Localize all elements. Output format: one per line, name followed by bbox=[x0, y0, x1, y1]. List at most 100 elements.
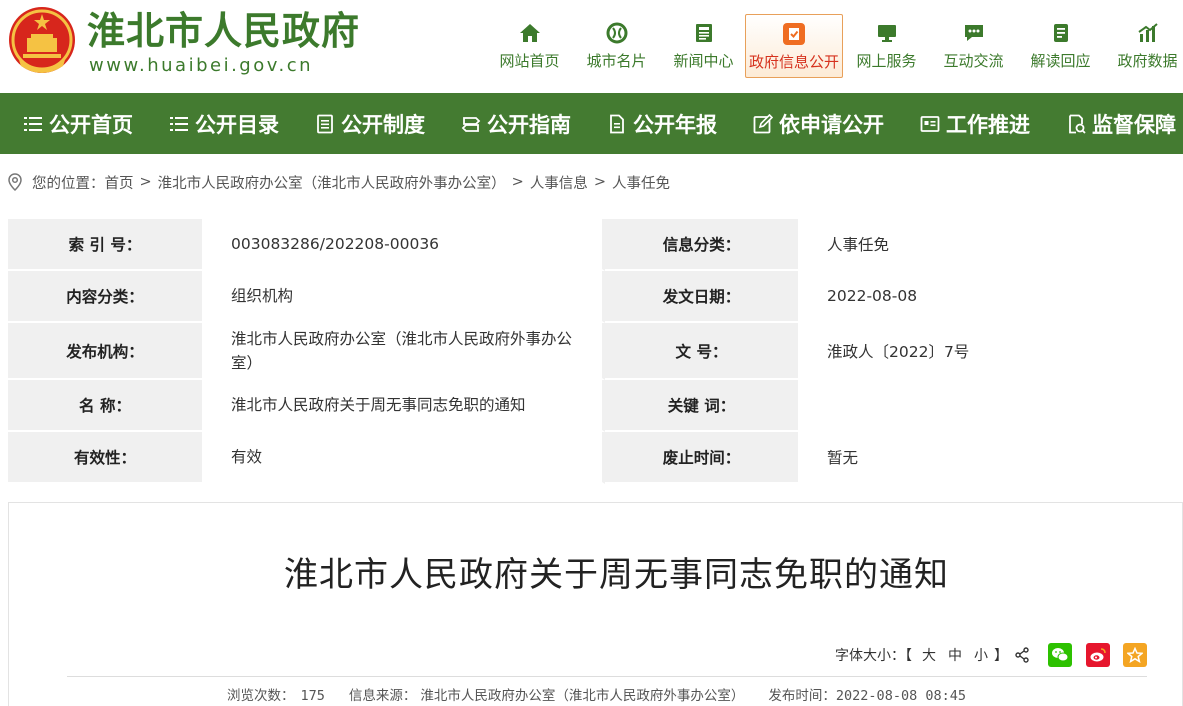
validity-label: 有效性： bbox=[8, 432, 205, 484]
weibo-icon bbox=[1090, 648, 1106, 662]
topnav-gov-info[interactable]: 政府信息公开 bbox=[745, 14, 843, 78]
keyword-label: 关键 词： bbox=[605, 380, 801, 432]
wechat-icon bbox=[1052, 648, 1069, 662]
breadcrumb: 您的位置： 首页 > 淮北市人民政府办公室（淮北市人民政府外事办公室） > 人事… bbox=[8, 170, 670, 194]
weibo-share-button[interactable] bbox=[1086, 643, 1110, 667]
shield-icon bbox=[1069, 114, 1086, 134]
breadcrumb-appointments[interactable]: 人事任免 bbox=[612, 172, 670, 193]
doc-number-value: 淮政人〔2022〕7号 bbox=[801, 323, 1183, 380]
report-icon bbox=[610, 114, 624, 133]
doc-list-icon bbox=[317, 114, 333, 133]
topnav-label: 互动交流 bbox=[943, 52, 1004, 70]
publisher-value: 淮北市人民政府办公室（淮北市人民政府外事办公室） bbox=[205, 323, 605, 380]
topnav-label: 网上服务 bbox=[856, 52, 917, 70]
wechat-share-button[interactable] bbox=[1048, 643, 1072, 667]
name-label: 名 称： bbox=[8, 380, 205, 432]
source-value: 淮北市人民政府办公室（淮北市人民政府外事办公室） bbox=[420, 688, 745, 704]
article: 淮北市人民政府关于周无事同志免职的通知 字体大小：【 大 中 小 】 浏览次数：… bbox=[8, 502, 1183, 706]
gnav-supervision[interactable]: 监督保障 bbox=[1066, 109, 1176, 139]
font-size-close-bracket: 】 bbox=[994, 648, 1008, 664]
source-meta: 信息来源： 淮北市人民政府办公室（淮北市人民政府外事办公室） bbox=[349, 684, 745, 704]
home-icon bbox=[519, 24, 540, 42]
font-size-medium-button[interactable]: 中 bbox=[948, 645, 962, 665]
edit-icon bbox=[753, 113, 773, 133]
published-value: 2022-08-08 08:45 bbox=[835, 688, 966, 704]
font-size-label: 字体大小：【 bbox=[835, 648, 912, 664]
table-row: 发布机构： 淮北市人民政府办公室（淮北市人民政府外事办公室） 文 号： 淮政人〔… bbox=[8, 323, 1183, 380]
views-label: 浏览次数： bbox=[227, 688, 295, 704]
published-meta: 发布时间：2022-08-08 08:45 bbox=[768, 684, 966, 704]
list-icon bbox=[170, 116, 188, 131]
gnav-open-guide[interactable]: 公开指南 bbox=[461, 109, 571, 139]
site-title[interactable]: 淮北市人民政府 bbox=[87, 6, 360, 56]
keyword-value bbox=[801, 380, 1183, 432]
topnav-label: 新闻中心 bbox=[673, 52, 734, 70]
topnav-gov-data[interactable]: 政府数据 bbox=[1104, 14, 1183, 78]
breadcrumb-office[interactable]: 淮北市人民政府办公室（淮北市人民政府外事办公室） bbox=[158, 172, 506, 193]
category-value: 人事任免 bbox=[801, 219, 1183, 271]
gnav-label: 公开指南 bbox=[487, 112, 571, 137]
topnav-label: 解读回应 bbox=[1030, 52, 1091, 70]
gnav-label: 依申请公开 bbox=[779, 112, 884, 137]
topnav-label: 网站首页 bbox=[499, 52, 560, 70]
topnav-city[interactable]: 城市名片 bbox=[573, 14, 660, 78]
national-emblem-icon bbox=[9, 7, 75, 73]
chat-icon bbox=[964, 25, 983, 41]
topnav-interaction[interactable]: 互动交流 bbox=[930, 14, 1017, 78]
gnav-label: 公开制度 bbox=[341, 112, 425, 137]
table-row: 内容分类： 组织机构 发文日期： 2022-08-08 bbox=[8, 271, 1183, 323]
topnav-interpretation[interactable]: 解读回应 bbox=[1017, 14, 1104, 78]
gnav-label: 监督保障 bbox=[1092, 112, 1176, 137]
favorite-button[interactable] bbox=[1123, 643, 1147, 667]
content-category-value: 组织机构 bbox=[205, 271, 605, 323]
divider bbox=[67, 676, 1147, 677]
gnav-label: 公开年报 bbox=[633, 112, 717, 137]
document-info-table: 索 引 号： 003083286/202208-00036 信息分类： 人事任免… bbox=[8, 219, 1183, 484]
gnav-open-home[interactable]: 公开首页 bbox=[23, 109, 133, 139]
monitor-icon bbox=[877, 25, 896, 42]
gnav-apply-open[interactable]: 依申请公开 bbox=[753, 109, 884, 139]
breadcrumb-separator: > bbox=[511, 174, 524, 190]
gnav-work-progress[interactable]: 工作推进 bbox=[920, 109, 1030, 139]
abolish-time-label: 废止时间： bbox=[605, 432, 801, 484]
issue-date-value: 2022-08-08 bbox=[801, 271, 1183, 323]
validity-value: 有效 bbox=[205, 432, 605, 484]
article-tools: 字体大小：【 大 中 小 】 bbox=[835, 643, 1147, 667]
font-size-small-button[interactable]: 小 bbox=[974, 645, 988, 665]
document-icon bbox=[1053, 24, 1068, 42]
guide-icon bbox=[461, 116, 481, 132]
index-value: 003083286/202208-00036 bbox=[205, 219, 605, 271]
breadcrumb-separator: > bbox=[139, 174, 152, 190]
topnav-home[interactable]: 网站首页 bbox=[486, 14, 573, 78]
gnav-label: 公开首页 bbox=[49, 112, 133, 137]
site-url: www.huaibei.gov.cn bbox=[89, 55, 314, 76]
source-label: 信息来源： bbox=[348, 688, 417, 704]
breadcrumb-home[interactable]: 首页 bbox=[105, 172, 134, 193]
news-icon bbox=[695, 24, 712, 42]
gnav-annual-report[interactable]: 公开年报 bbox=[607, 109, 717, 139]
views-meta: 浏览次数： 175 bbox=[227, 684, 325, 704]
share-icon[interactable] bbox=[1014, 647, 1030, 663]
gnav-open-system[interactable]: 公开制度 bbox=[315, 109, 425, 139]
publisher-label: 发布机构： bbox=[8, 323, 205, 380]
content-category-label: 内容分类： bbox=[8, 271, 205, 323]
list-icon bbox=[24, 116, 42, 131]
name-value: 淮北市人民政府关于周无事同志免职的通知 bbox=[205, 380, 605, 432]
font-size-large-button[interactable]: 大 bbox=[922, 645, 936, 665]
gnav-open-catalog[interactable]: 公开目录 bbox=[169, 109, 279, 139]
topnav-online-service[interactable]: 网上服务 bbox=[843, 14, 930, 78]
breadcrumb-personnel-info[interactable]: 人事信息 bbox=[530, 172, 588, 193]
doc-number-label: 文 号： bbox=[605, 323, 801, 380]
category-label: 信息分类： bbox=[605, 219, 801, 271]
gov-info-nav: 公开首页 公开目录 公开制度 公开指南 公开年报 依申请公开 工作推进 监督保障 bbox=[0, 93, 1183, 154]
card-icon bbox=[920, 115, 940, 132]
views-value: 175 bbox=[300, 688, 325, 704]
location-pin-icon bbox=[8, 173, 22, 191]
topnav-label: 政府数据 bbox=[1117, 52, 1178, 70]
topnav-news[interactable]: 新闻中心 bbox=[660, 14, 747, 78]
info-open-icon bbox=[783, 23, 805, 45]
published-label: 发布时间： bbox=[768, 688, 836, 704]
article-meta: 浏览次数： 175 信息来源： 淮北市人民政府办公室（淮北市人民政府外事办公室） 发… bbox=[9, 684, 1183, 704]
top-navigation: 网站首页 城市名片 新闻中心 政府信息公开 网上服务 互动交流 解读回应 政府数… bbox=[486, 14, 1183, 80]
gnav-label: 工作推进 bbox=[946, 112, 1030, 137]
